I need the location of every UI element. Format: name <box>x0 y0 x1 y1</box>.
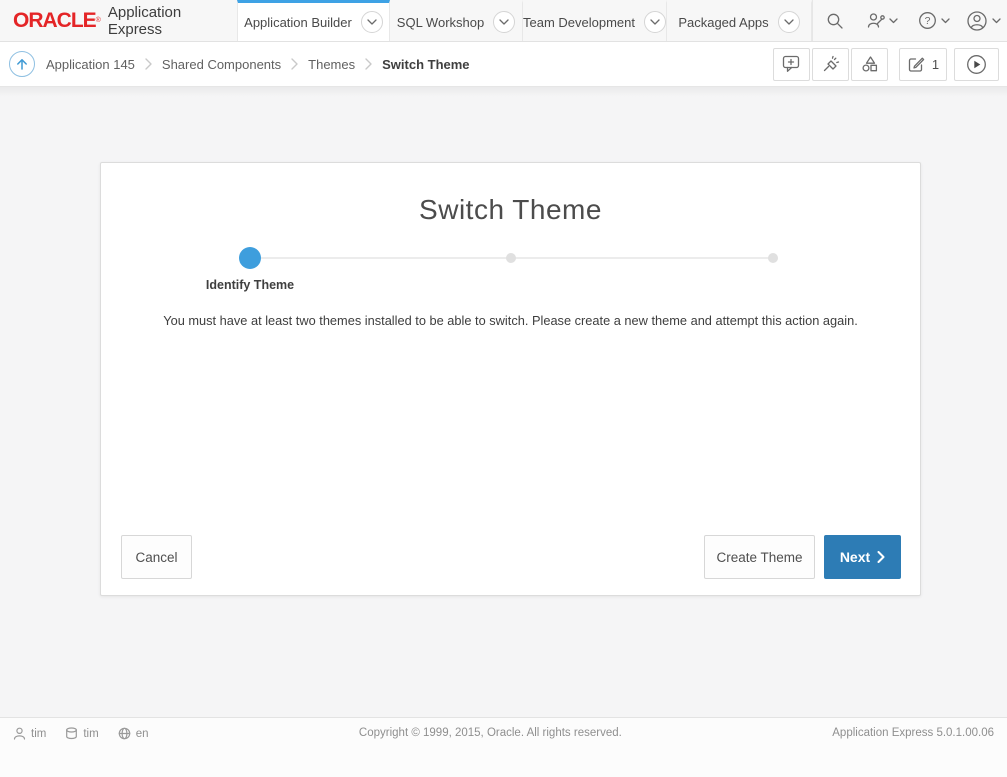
administration-menu-button[interactable] <box>856 0 908 41</box>
chevron-down-icon[interactable] <box>778 11 800 33</box>
chevron-down-icon <box>889 18 898 24</box>
footer-user-name: tim <box>31 728 46 740</box>
wizard-progress-bar: Identify Theme <box>250 247 773 269</box>
tab-label: Team Development <box>523 15 635 30</box>
oracle-brand-text: ORACLE <box>13 9 96 33</box>
chevron-right-icon <box>877 551 885 563</box>
footer-copyright: Copyright © 1999, 2015, Oracle. All righ… <box>148 727 832 739</box>
chevron-down-icon <box>941 18 950 24</box>
comment-plus-icon <box>782 55 801 73</box>
product-name-text: Application Express <box>108 4 237 38</box>
svg-text:?: ? <box>925 15 931 27</box>
footer-schema: tim <box>65 727 98 740</box>
breadcrumb-item-shared-components[interactable]: Shared Components <box>162 57 281 72</box>
chevron-down-icon <box>992 18 1001 24</box>
account-menu-button[interactable] <box>960 0 1007 41</box>
breadcrumb-bar: Application 145 Shared Components Themes… <box>0 42 1007 87</box>
footer-language-code: en <box>136 728 149 740</box>
breadcrumb-separator-icon <box>365 58 372 70</box>
page-content: Switch Theme Identify Theme You must hav… <box>0 87 1007 717</box>
chevron-down-icon[interactable] <box>493 11 515 33</box>
breadcrumb-separator-icon <box>291 58 298 70</box>
tab-label: SQL Workshop <box>397 15 484 30</box>
create-theme-button[interactable]: Create Theme <box>704 535 815 579</box>
next-button-label: Next <box>840 549 870 565</box>
search-icon <box>826 12 844 30</box>
cancel-button[interactable]: Cancel <box>121 535 192 579</box>
breadcrumb-item-application[interactable]: Application 145 <box>46 57 135 72</box>
flashlight-icon <box>822 55 840 73</box>
breadcrumb: Application 145 Shared Components Themes… <box>46 57 470 72</box>
arrow-up-icon <box>14 56 30 72</box>
oracle-logo[interactable]: ORACLE ® Application Express <box>0 0 237 41</box>
tab-label: Packaged Apps <box>678 15 768 30</box>
top-navigation-bar: ORACLE ® Application Express Application… <box>0 0 1007 42</box>
tab-packaged-apps[interactable]: Packaged Apps <box>667 0 812 41</box>
shared-components-button[interactable] <box>851 48 888 81</box>
main-nav-tabs: Application Builder SQL Workshop Team De… <box>237 0 812 41</box>
person-icon <box>13 727 26 740</box>
tab-label: Application Builder <box>244 15 352 30</box>
help-menu-button[interactable]: ? <box>908 0 960 41</box>
footer-version: Application Express 5.0.1.00.06 <box>832 727 994 739</box>
wizard-step-2-dot <box>506 253 516 263</box>
footer-schema-name: tim <box>83 728 98 740</box>
tab-application-builder[interactable]: Application Builder <box>237 0 390 41</box>
add-comment-button[interactable] <box>773 48 810 81</box>
footer-language: en <box>118 727 149 740</box>
edit-pencil-icon <box>907 55 925 73</box>
search-button[interactable] <box>812 0 856 41</box>
play-icon <box>966 54 987 75</box>
wizard-message: You must have at least two themes instal… <box>101 313 920 328</box>
footer-user: tim <box>13 727 46 740</box>
run-application-button[interactable] <box>954 48 999 81</box>
wizard-title: Switch Theme <box>101 194 920 226</box>
breadcrumb-item-themes[interactable]: Themes <box>308 57 355 72</box>
breadcrumb-separator-icon <box>145 58 152 70</box>
chevron-down-icon[interactable] <box>361 11 383 33</box>
registered-mark: ® <box>96 14 101 28</box>
database-icon <box>65 727 78 740</box>
switch-theme-wizard-dialog: Switch Theme Identify Theme You must hav… <box>100 162 921 596</box>
wizard-step-3-dot <box>768 253 778 263</box>
go-up-button[interactable] <box>9 51 35 77</box>
globe-icon <box>118 727 131 740</box>
help-icon: ? <box>918 11 937 30</box>
breadcrumb-item-switch-theme: Switch Theme <box>382 57 469 72</box>
edit-page-button[interactable]: 1 <box>899 48 947 81</box>
wizard-current-step-label: Identify Theme <box>206 278 294 292</box>
admin-wrench-icon <box>867 12 885 29</box>
chevron-down-icon[interactable] <box>644 11 666 33</box>
tab-sql-workshop[interactable]: SQL Workshop <box>390 0 523 41</box>
wizard-footer-buttons: Create Theme Next <box>704 535 901 579</box>
shapes-icon <box>861 55 879 73</box>
next-button[interactable]: Next <box>824 535 901 579</box>
header-utility-icons: ? <box>812 0 1007 41</box>
tab-team-development[interactable]: Team Development <box>523 0 667 41</box>
user-account-icon <box>966 10 988 32</box>
edit-page-number: 1 <box>932 57 939 72</box>
footer-session-info: tim tim en <box>13 727 148 740</box>
page-action-buttons: 1 <box>771 48 999 81</box>
page-footer: tim tim en Copyright © 1999, 2015, Oracl… <box>0 717 1007 777</box>
utilities-flashlight-button[interactable] <box>812 48 849 81</box>
wizard-step-1-dot <box>239 247 261 269</box>
